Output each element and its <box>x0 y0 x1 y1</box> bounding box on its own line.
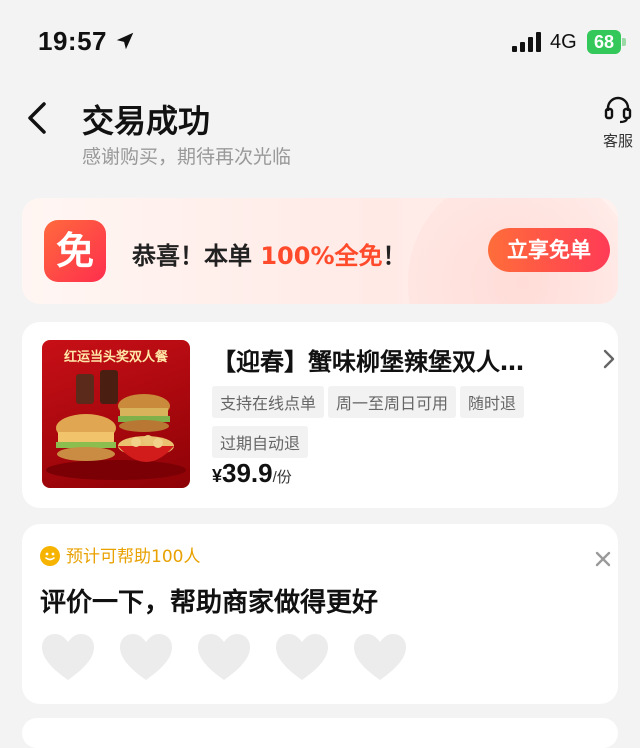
product-tag: 随时退 <box>460 386 525 418</box>
page-subtitle: 感谢购买，期待再次光临 <box>82 146 292 168</box>
status-time: 19:57 <box>38 26 107 56</box>
signal-icon <box>512 32 541 52</box>
headset-icon <box>604 96 632 124</box>
free-order-icon: 免 <box>44 220 106 282</box>
page-header: 交易成功 感谢购买，期待再次光临 客服 <box>0 80 640 180</box>
price-unit: /份 <box>272 469 292 486</box>
rating-hearts <box>40 632 430 688</box>
price-currency: ¥ <box>212 466 223 486</box>
help-count: 预计可帮助100人 <box>40 542 200 567</box>
review-title: 评价一下，帮助商家做得更好 <box>40 588 379 618</box>
location-arrow-icon <box>116 32 134 50</box>
rating-heart-icon[interactable] <box>118 632 174 684</box>
promo-message: 恭喜！本单 100%全免！ <box>132 242 407 270</box>
product-image[interactable]: 红运当头奖双人餐 <box>42 340 190 488</box>
promo-highlight: 100%全免 <box>260 242 383 270</box>
burger-meal-illustration <box>46 370 186 480</box>
product-tag: 过期自动退 <box>212 426 309 458</box>
next-card-edge <box>22 718 618 748</box>
product-tags: 支持在线点单 周一至周日可用 随时退过期自动退 <box>212 386 572 466</box>
status-bar: 19:57 4G 68 <box>0 0 640 80</box>
price-amount: 39.9 <box>222 458 273 488</box>
network-type: 4G <box>550 31 577 53</box>
rating-heart-icon[interactable] <box>196 632 252 684</box>
free-order-promo-card: 免 恭喜！本单 100%全免！ 立享免单 <box>22 198 618 304</box>
rating-heart-icon[interactable] <box>352 632 408 684</box>
customer-service-button[interactable]: 客服 <box>598 94 638 151</box>
customer-service-label: 客服 <box>602 132 633 150</box>
battery-level: 68 <box>587 30 621 54</box>
rating-heart-icon[interactable] <box>40 632 96 684</box>
back-arrow-icon[interactable] <box>24 100 50 136</box>
close-icon[interactable] <box>594 550 612 568</box>
product-title[interactable]: 【迎春】蟹味柳堡辣堡双人… <box>212 342 572 377</box>
chevron-right-icon[interactable] <box>602 348 616 370</box>
product-tag: 支持在线点单 <box>212 386 325 418</box>
claim-free-order-button[interactable]: 立享免单 <box>488 228 610 272</box>
page-title: 交易成功 <box>82 102 211 140</box>
battery-icon: 68 <box>587 30 627 54</box>
review-prompt-card: 预计可帮助100人 评价一下，帮助商家做得更好 <box>22 524 618 704</box>
rating-heart-icon[interactable] <box>274 632 330 684</box>
smile-icon <box>40 546 60 566</box>
product-price: ¥39.9/份 <box>212 458 292 489</box>
product-card[interactable]: 红运当头奖双人餐 【迎春】蟹味柳堡辣堡双人… 支持在线点单 周一至周日可用 随时… <box>22 322 618 508</box>
product-tag: 周一至周日可用 <box>328 386 457 418</box>
help-count-text: 预计可帮助100人 <box>66 547 201 567</box>
